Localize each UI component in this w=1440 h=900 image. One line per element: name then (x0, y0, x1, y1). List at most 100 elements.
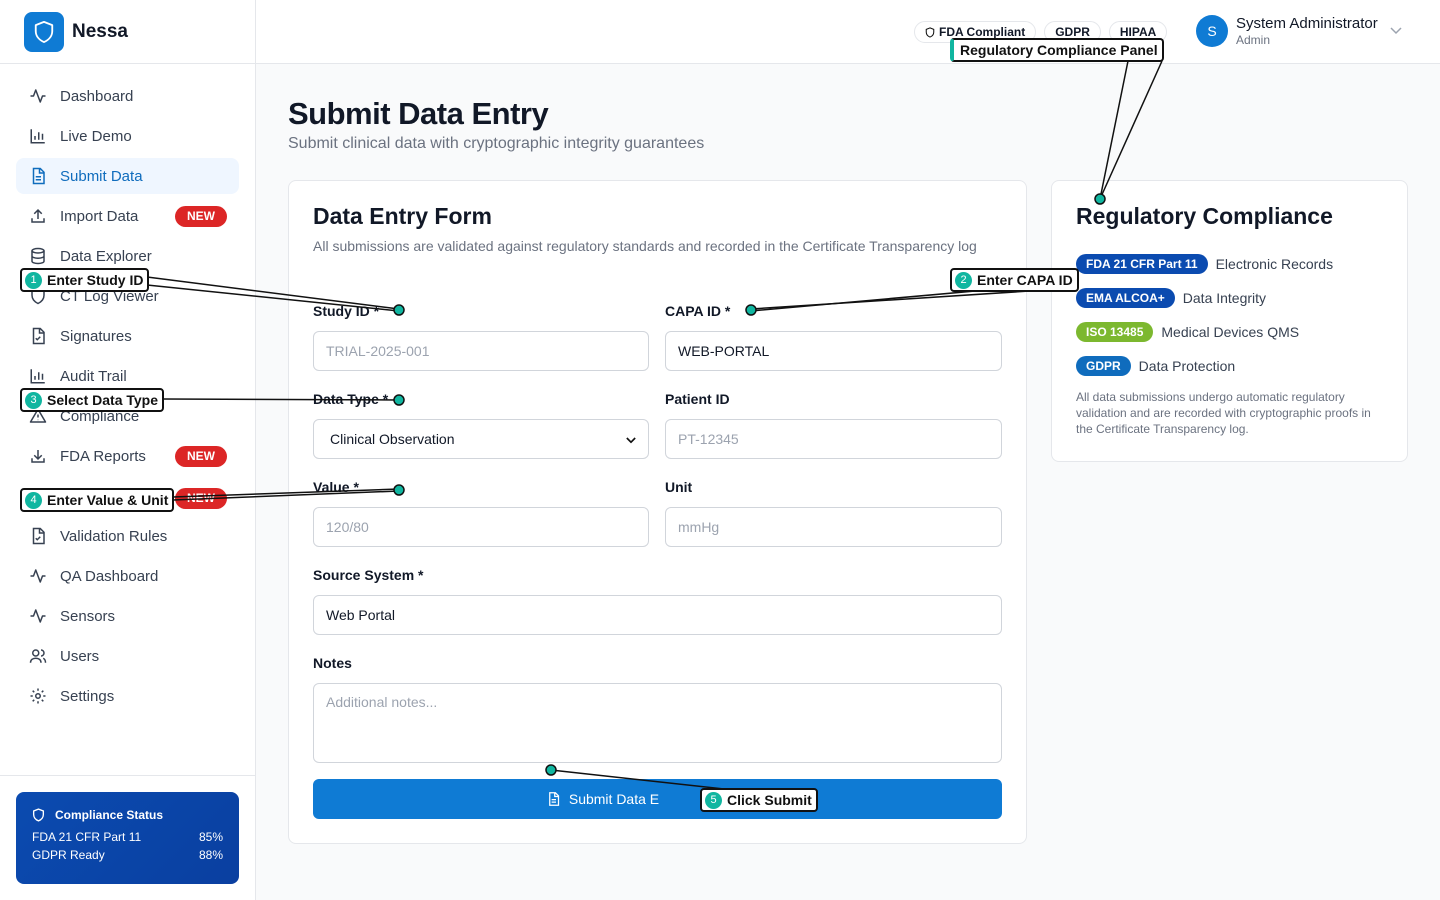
notes-label: Notes (313, 655, 352, 671)
data-type-label: Data Type * (313, 391, 389, 407)
new-badge: NEW (175, 206, 227, 227)
sidebar-item-import-data[interactable]: Import Data NEW (16, 198, 239, 234)
form-title: Data Entry Form (313, 203, 492, 229)
sidebar-item-label: Users (60, 647, 100, 665)
annotation-text: Enter Study ID (47, 272, 144, 288)
bar-chart-icon (28, 126, 48, 146)
new-badge: NEW (175, 488, 227, 509)
annotation-label: 5 Click Submit (700, 788, 818, 812)
annotation-label: 1 Enter Study ID (20, 268, 150, 292)
sidebar-item-label: FDA Reports (60, 447, 146, 465)
regulatory-compliance-card: Regulatory Compliance FDA 21 CFR Part 11… (1051, 180, 1408, 462)
divider (0, 775, 256, 776)
shield-icon (925, 26, 935, 38)
user-name: System Administrator (1236, 15, 1378, 32)
regulatory-item: FDA 21 CFR Part 11 Electronic Records (1076, 254, 1333, 274)
annotation-number: 4 (25, 491, 42, 509)
user-menu[interactable]: S System Administrator Admin (1196, 15, 1402, 47)
pill-label: FDA Compliant (939, 25, 1026, 39)
annotation-text: Enter Value & Unit (47, 492, 169, 508)
data-type-value: Clinical Observation (330, 431, 455, 447)
regulatory-item: ISO 13485 Medical Devices QMS (1076, 322, 1299, 342)
gear-icon (28, 686, 48, 706)
sidebar-item-label: Live Demo (60, 127, 132, 145)
annotation-arrow (1099, 60, 1163, 200)
brand[interactable]: Nessa (0, 0, 255, 64)
value-label: Value * (313, 479, 359, 495)
compliance-value: 88% (198, 848, 223, 862)
submit-label: Submit Data E (568, 791, 660, 807)
compliance-label: FDA 21 CFR Part 11 (32, 830, 142, 844)
annotation-label: 4 Enter Value & Unit (20, 488, 175, 512)
users-icon (28, 646, 48, 666)
sidebar-item-submit-data[interactable]: Submit Data (16, 158, 239, 194)
patient-id-input[interactable]: PT-12345 (665, 419, 1002, 459)
form-description: All submissions are validated against re… (313, 238, 977, 254)
value-input[interactable]: 120/80 (313, 507, 649, 547)
sidebar-item-settings[interactable]: Settings (16, 678, 239, 714)
source-system-label: Source System * (313, 567, 424, 583)
submit-button[interactable]: Submit Data E (313, 779, 1002, 819)
database-icon (28, 246, 48, 266)
capa-id-input[interactable]: WEB-PORTAL (665, 331, 1002, 371)
sidebar-item-validation-rules[interactable]: Validation Rules (16, 518, 239, 554)
annotation-number: 3 (25, 391, 42, 409)
sidebar-item-sensors[interactable]: Sensors (16, 598, 239, 634)
annotation-text: Regulatory Compliance Panel (960, 42, 1158, 58)
compliance-row: FDA 21 CFR Part 11 85% (32, 830, 223, 844)
regulatory-note: All data submissions undergo automatic r… (1076, 390, 1371, 436)
sidebar-item-label: Dashboard (60, 87, 134, 105)
data-type-select[interactable]: Clinical Observation (313, 419, 649, 459)
regulatory-text: Data Integrity (1182, 290, 1267, 306)
file-check-icon (28, 326, 48, 346)
regulatory-text: Medical Devices QMS (1161, 324, 1300, 340)
sidebar-item-label: Import Data (60, 207, 139, 225)
regulatory-item: EMA ALCOA+ Data Integrity (1076, 288, 1266, 308)
download-icon (28, 446, 48, 466)
annotation-text: Click Submit (727, 792, 812, 808)
patient-id-label: Patient ID (665, 391, 730, 407)
sidebar-item-label: QA Dashboard (60, 567, 159, 585)
annotation-text: Enter CAPA ID (977, 272, 1073, 288)
chevron-down-icon (1390, 22, 1402, 40)
annotation-label: 2 Enter CAPA ID (950, 268, 1079, 292)
activity-icon (28, 566, 48, 586)
pill-label: GDPR (1055, 25, 1090, 39)
file-icon (546, 791, 561, 807)
sidebar-item-live-demo[interactable]: Live Demo (16, 118, 239, 154)
regulatory-badge: ISO 13485 (1076, 322, 1154, 342)
bar-chart-icon (28, 366, 48, 386)
annotation-number: 2 (955, 271, 972, 289)
source-system-input[interactable]: Web Portal (313, 595, 1002, 635)
notes-textarea[interactable]: Additional notes... (313, 683, 1002, 763)
compliance-row: GDPR Ready 88% (32, 848, 223, 862)
activity-icon (28, 86, 48, 106)
sidebar-item-label: Sensors (60, 607, 116, 625)
regulatory-badge: EMA ALCOA+ (1076, 288, 1175, 308)
compliance-value: 85% (198, 830, 223, 844)
study-id-input[interactable]: TRIAL-2025-001 (313, 331, 649, 371)
sidebar: Nessa Dashboard Live Demo Submit Data Im… (0, 0, 256, 900)
compliance-label: GDPR Ready (32, 848, 105, 862)
sidebar-item-fda-reports[interactable]: FDA Reports NEW (16, 438, 239, 474)
file-icon (28, 166, 48, 186)
unit-input[interactable]: mmHg (665, 507, 1002, 547)
compliance-status-header: Compliance Status (32, 808, 223, 822)
pill-label: HIPAA (1119, 25, 1157, 39)
regulatory-item: GDPR Data Protection (1076, 356, 1235, 376)
page-title: Submit Data Entry (288, 96, 549, 131)
sidebar-item-label: Signatures (60, 327, 132, 345)
annotation-label: Regulatory Compliance Panel (950, 38, 1164, 62)
regulatory-title: Regulatory Compliance (1076, 203, 1333, 229)
sidebar-item-signatures[interactable]: Signatures (16, 318, 239, 354)
user-role: Admin (1236, 33, 1271, 47)
annotation-number: 1 (25, 271, 42, 289)
unit-label: Unit (665, 479, 693, 495)
sidebar-item-dashboard[interactable]: Dashboard (16, 78, 239, 114)
data-entry-form: Data Entry Form All submissions are vali… (288, 180, 1027, 844)
compliance-status-card: Compliance Status FDA 21 CFR Part 11 85%… (16, 792, 239, 884)
compliance-status-title: Compliance Status (55, 808, 164, 822)
sidebar-item-qa-dashboard[interactable]: QA Dashboard (16, 558, 239, 594)
new-badge: NEW (175, 446, 227, 467)
sidebar-item-users[interactable]: Users (16, 638, 239, 674)
